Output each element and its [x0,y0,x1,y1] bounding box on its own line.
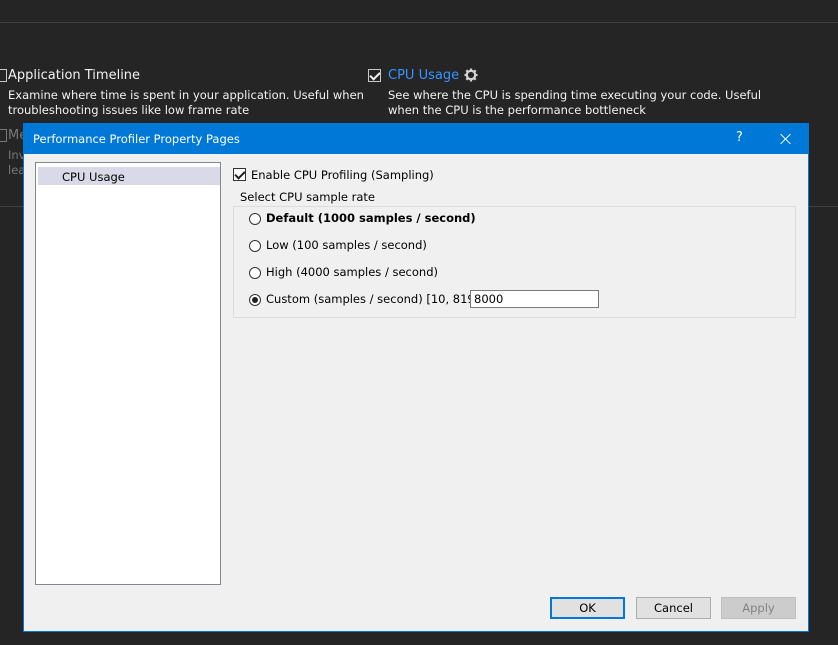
property-pages-dialog: Performance Profiler Property Pages ? CP… [23,123,809,632]
dialog-titlebar[interactable]: Performance Profiler Property Pages ? [24,124,808,154]
memory-checkbox[interactable] [0,129,7,142]
cpu-usage-desc-2: when the CPU is the performance bottlene… [388,103,646,117]
cpu-usage-desc-1: See where the CPU is spending time execu… [388,88,762,102]
apply-button[interactable]: Apply [721,597,796,619]
cpu-usage-checkbox[interactable] [368,69,381,82]
radio-high-rate[interactable] [249,267,261,279]
page-tree: CPU Usage [35,162,221,585]
close-icon[interactable] [773,128,799,150]
tree-item-cpu-usage[interactable]: CPU Usage [38,167,220,185]
sample-rate-group-label: Select CPU sample rate [238,190,377,204]
radio-low-label[interactable]: Low (100 samples / second) [266,238,427,252]
radio-default-rate[interactable] [249,213,261,225]
cpu-usage-title[interactable]: CPU Usage [388,68,459,83]
custom-rate-input[interactable] [470,290,599,308]
application-timeline-checkbox[interactable] [0,69,7,82]
radio-custom-label[interactable]: Custom (samples / second) [10, 8190]: [266,292,490,306]
application-timeline-desc-2: troubleshooting issues like low frame ra… [8,103,250,117]
dialog-title: Performance Profiler Property Pages [33,132,240,146]
radio-custom-rate[interactable] [249,294,261,306]
ok-button[interactable]: OK [550,597,625,619]
application-timeline-desc-1: Examine where time is spent in your appl… [8,88,364,102]
enable-cpu-profiling-checkbox[interactable] [233,168,246,181]
help-icon[interactable]: ? [736,130,743,145]
application-timeline-title: Application Timeline [8,68,141,83]
top-divider [0,22,838,23]
radio-high-label[interactable]: High (4000 samples / second) [266,265,438,279]
radio-default-label[interactable]: Default (1000 samples / second) [266,211,476,225]
radio-low-rate[interactable] [249,240,261,252]
enable-cpu-profiling-label[interactable]: Enable CPU Profiling (Sampling) [251,168,434,182]
gear-icon[interactable] [464,68,478,82]
cancel-button[interactable]: Cancel [636,597,711,619]
